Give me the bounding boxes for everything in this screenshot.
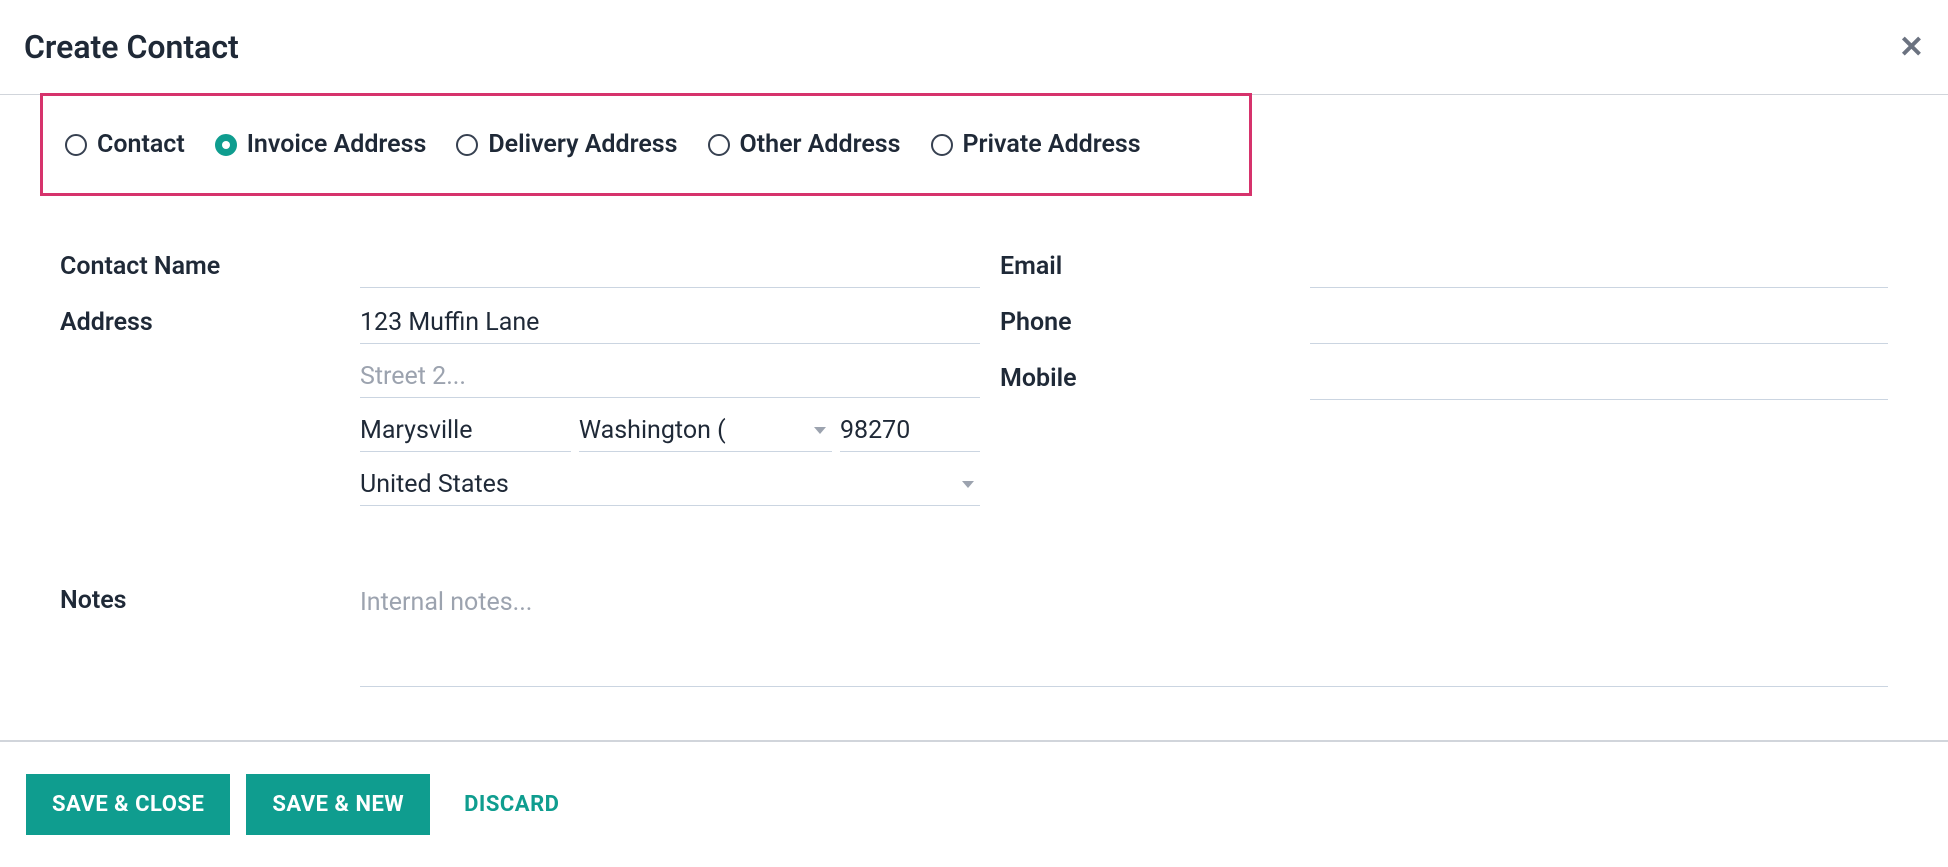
mobile-label: Mobile — [1000, 358, 1310, 393]
radio-label: Delivery Address — [488, 130, 677, 159]
radio-label: Contact — [97, 130, 185, 159]
address-label: Address — [60, 302, 360, 337]
email-row: Email — [1000, 246, 1888, 288]
notes-textarea[interactable] — [360, 580, 1888, 687]
phone-input[interactable] — [1310, 302, 1888, 344]
radio-icon — [65, 134, 87, 156]
radio-delivery-address[interactable]: Delivery Address — [456, 130, 677, 159]
phone-row: Phone — [1000, 302, 1888, 344]
notes-label: Notes — [60, 580, 360, 615]
radio-icon — [708, 134, 730, 156]
contact-name-label: Contact Name — [60, 246, 360, 281]
city-state-zip-row — [360, 410, 980, 452]
dialog-header: Create Contact ✕ — [0, 0, 1948, 95]
radio-label: Other Address — [740, 130, 901, 159]
radio-icon — [215, 134, 237, 156]
dialog-title: Create Contact — [24, 28, 239, 66]
zip-input[interactable] — [840, 410, 980, 452]
radio-dot-icon — [222, 141, 230, 149]
form-area: Contact Name Address — [60, 246, 1888, 520]
country-select[interactable] — [360, 464, 980, 506]
address-row: Address — [60, 302, 980, 506]
radio-label: Invoice Address — [247, 130, 427, 159]
mobile-input[interactable] — [1310, 358, 1888, 400]
radio-contact[interactable]: Contact — [65, 130, 185, 159]
notes-row: Notes — [60, 580, 1888, 694]
state-input[interactable] — [579, 410, 814, 451]
country-input[interactable] — [360, 464, 962, 505]
discard-button[interactable]: DISCARD — [446, 774, 585, 835]
radio-icon — [931, 134, 953, 156]
mobile-row: Mobile — [1000, 358, 1888, 400]
dialog-footer: SAVE & CLOSE SAVE & NEW DISCARD — [0, 740, 1948, 867]
form-left-column: Contact Name Address — [60, 246, 980, 520]
radio-label: Private Address — [963, 130, 1141, 159]
street2-input[interactable] — [360, 356, 980, 398]
city-input[interactable] — [360, 410, 571, 452]
radio-invoice-address[interactable]: Invoice Address — [215, 130, 427, 159]
radio-other-address[interactable]: Other Address — [708, 130, 901, 159]
radio-icon — [456, 134, 478, 156]
contact-type-radio-group: Contact Invoice Address Delivery Address… — [40, 93, 1252, 196]
street1-input[interactable] — [360, 302, 980, 344]
caret-down-icon — [962, 481, 974, 488]
phone-label: Phone — [1000, 302, 1310, 337]
state-select[interactable] — [579, 410, 832, 452]
contact-name-row: Contact Name — [60, 246, 980, 288]
dialog-content: Contact Invoice Address Delivery Address… — [0, 93, 1948, 748]
save-new-button[interactable]: SAVE & NEW — [246, 774, 430, 835]
email-label: Email — [1000, 246, 1310, 281]
save-close-button[interactable]: SAVE & CLOSE — [26, 774, 230, 835]
email-input[interactable] — [1310, 246, 1888, 288]
radio-private-address[interactable]: Private Address — [931, 130, 1141, 159]
caret-down-icon — [814, 427, 826, 434]
close-icon[interactable]: ✕ — [1899, 30, 1924, 65]
form-right-column: Email Phone Mobile — [980, 246, 1888, 520]
contact-name-input[interactable] — [360, 246, 980, 288]
